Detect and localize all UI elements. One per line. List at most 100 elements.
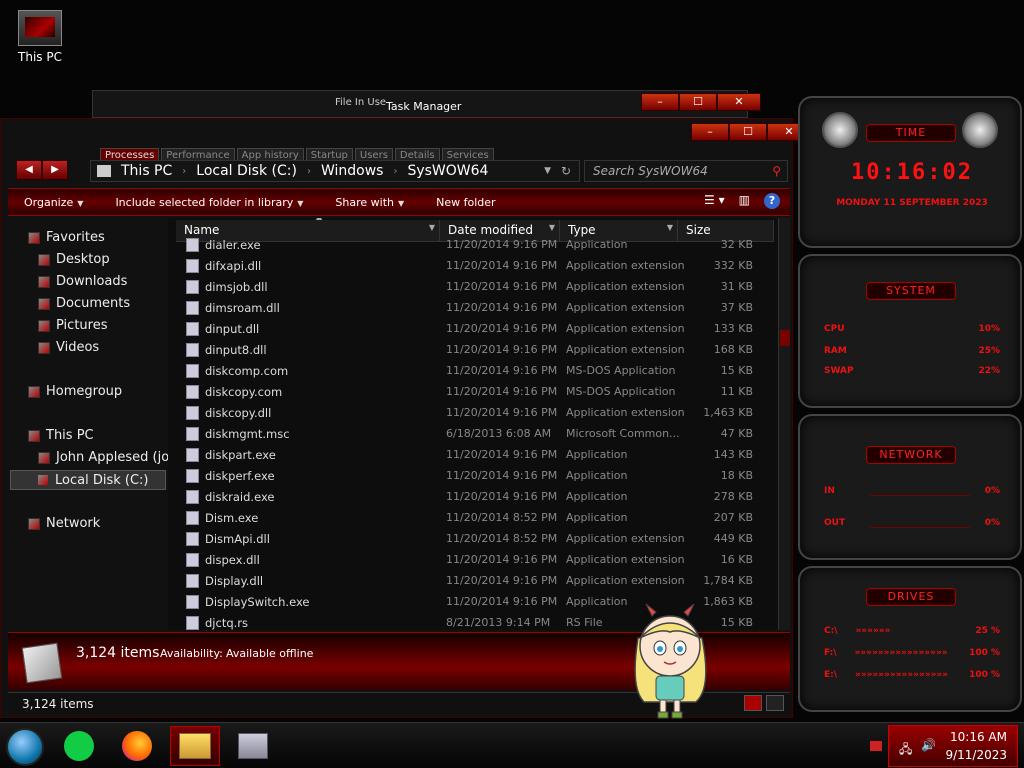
file-row[interactable]: dimsjob.dll 11/20/2014 9:16 PM Application…: [168, 276, 768, 297]
file-row[interactable]: difxapi.dll 11/20/2014 9:16 PM Application…: [168, 255, 768, 276]
file-row[interactable]: diskcopy.dll 11/20/2014 9:16 PM Applicatio…: [168, 402, 768, 423]
file-size: 16 KB: [720, 553, 753, 566]
file-name: diskcopy.dll: [186, 405, 271, 420]
explorer-minimize-button[interactable]: –: [691, 123, 729, 141]
network-status-icon[interactable]: 🖧: [899, 740, 912, 761]
dll-icon: [186, 342, 199, 357]
file-type: RS File: [566, 616, 603, 629]
breadcrumb-syswow64[interactable]: SysWOW64: [397, 163, 498, 179]
documents-icon: [38, 297, 50, 310]
file-name-text: diskraid.exe: [205, 489, 275, 504]
include-in-library-button[interactable]: Include selected folder in library ▼: [99, 196, 319, 209]
file-name: DismApi.dll: [186, 531, 270, 546]
nav-this-pc[interactable]: This PC: [28, 428, 94, 443]
refresh-icon[interactable]: ↻: [561, 164, 571, 178]
breadcrumb-windows[interactable]: Windows: [311, 163, 394, 179]
com-icon: [186, 363, 199, 378]
file-row[interactable]: dispex.dll 11/20/2014 9:16 PM Application …: [168, 549, 768, 570]
organize-button[interactable]: Organize ▼: [8, 196, 99, 209]
file-row[interactable]: diskpart.exe 11/20/2014 9:16 PM Applicatio…: [168, 444, 768, 465]
nav-favorites[interactable]: Favorites: [28, 230, 105, 245]
nav-documents[interactable]: Documents: [38, 296, 130, 311]
gadget-clock-time: 10:16:02: [851, 160, 973, 185]
file-row[interactable]: dinput.dll 11/20/2014 9:16 PM Application …: [168, 318, 768, 339]
file-row[interactable]: Display.dll 11/20/2014 9:16 PM Application…: [168, 570, 768, 591]
file-row[interactable]: diskmgmt.msc 6/18/2013 6:08 AM Microsoft C…: [168, 423, 768, 444]
vertical-scrollbar[interactable]: [778, 218, 790, 630]
address-bar[interactable]: This PC › Local Disk (C:) › Windows › Sy…: [90, 160, 580, 182]
exe-icon: [186, 489, 199, 504]
nav-downloads[interactable]: Downloads: [38, 274, 127, 289]
network-in-graph: [870, 476, 970, 496]
nav-network[interactable]: Network: [28, 516, 100, 531]
file-size: 15 KB: [720, 364, 753, 377]
ram-value: 25%: [978, 346, 1000, 356]
breadcrumb-local-disk[interactable]: Local Disk (C:): [186, 163, 307, 179]
maximize-button[interactable]: ☐: [679, 93, 717, 111]
explorer-maximize-button[interactable]: ☐: [729, 123, 767, 141]
nav-user[interactable]: John Applesed (joh: [38, 450, 177, 465]
drive-c-bar-icon: »»»»»»: [855, 626, 891, 636]
share-with-button[interactable]: Share with ▼: [319, 196, 420, 209]
help-icon[interactable]: ?: [764, 193, 780, 209]
forward-button[interactable]: ▶: [42, 160, 68, 180]
folder-icon: [97, 165, 111, 177]
address-dropdown-icon[interactable]: ▼: [544, 166, 551, 176]
file-type: Application extension: [566, 553, 685, 566]
file-row[interactable]: dinput8.dll 11/20/2014 9:16 PM Application…: [168, 339, 768, 360]
file-date: 11/20/2014 9:16 PM: [446, 238, 558, 251]
preview-pane-icon[interactable]: ▥: [739, 193, 750, 209]
file-type: Application extension: [566, 280, 685, 293]
scrollbar-thumb[interactable]: [780, 330, 790, 346]
time-title: TIME: [866, 124, 956, 142]
nav-videos[interactable]: Videos: [38, 340, 99, 355]
file-row[interactable]: Dism.exe 11/20/2014 8:52 PM Application 207…: [168, 507, 768, 528]
notification-icon[interactable]: [870, 741, 882, 751]
close-button[interactable]: ✕: [717, 93, 761, 111]
file-row[interactable]: diskcopy.com 11/20/2014 9:16 PM MS-DOS App…: [168, 381, 768, 402]
back-button[interactable]: ◀: [16, 160, 42, 180]
breadcrumb-this-pc[interactable]: This PC: [111, 163, 182, 179]
file-row[interactable]: dimsroam.dll 11/20/2014 9:16 PM Applicatio…: [168, 297, 768, 318]
file-name-text: diskpart.exe: [205, 447, 276, 462]
file-date: 11/20/2014 9:16 PM: [446, 595, 558, 608]
start-button[interactable]: [6, 728, 44, 766]
file-name: diskcomp.com: [186, 363, 288, 378]
drive-c-label: C:\: [824, 626, 838, 636]
taskbar-app-messages[interactable]: [54, 726, 104, 766]
nav-homegroup[interactable]: Homegroup: [28, 384, 122, 399]
volume-icon[interactable]: 🔊: [921, 738, 936, 752]
taskbar-clock-date[interactable]: 9/11/2023: [945, 748, 1007, 762]
file-type: Application: [566, 448, 628, 461]
file-name: diskperf.exe: [186, 468, 275, 483]
taskbar-clock-time[interactable]: 10:16 AM: [950, 730, 1007, 744]
nav-desktop[interactable]: Desktop: [38, 252, 110, 267]
file-name-text: diskmgmt.msc: [205, 426, 290, 441]
chevron-down-icon: ▼: [77, 198, 84, 208]
file-row[interactable]: diskperf.exe 11/20/2014 9:16 PM Applicatio…: [168, 465, 768, 486]
taskbar-app-firefox[interactable]: [112, 726, 162, 766]
new-folder-button[interactable]: New folder: [420, 196, 511, 209]
file-row[interactable]: diskcomp.com 11/20/2014 9:16 PM MS-DOS App…: [168, 360, 768, 381]
nav-buttons: ◀ ▶: [16, 160, 68, 180]
search-icon[interactable]: ⚲: [772, 164, 781, 178]
search-input[interactable]: Search SysWOW64 ⚲: [584, 160, 788, 182]
file-row[interactable]: diskraid.exe 11/20/2014 9:16 PM Applicatio…: [168, 486, 768, 507]
nav-pictures[interactable]: Pictures: [38, 318, 107, 333]
file-row[interactable]: dialer.exe 11/20/2014 9:16 PM Application 3…: [168, 234, 768, 255]
taskbar-app-task-manager[interactable]: [228, 726, 278, 766]
dll-icon: [186, 531, 199, 546]
minimize-button[interactable]: –: [641, 93, 679, 111]
file-type: Application extension: [566, 259, 685, 272]
nav-local-disk[interactable]: Local Disk (C:): [10, 470, 166, 490]
file-date: 11/20/2014 9:16 PM: [446, 553, 558, 566]
large-icons-view-icon[interactable]: [766, 695, 784, 711]
file-name-text: dispex.dll: [205, 552, 260, 567]
file-row[interactable]: DismApi.dll 11/20/2014 8:52 PM Application…: [168, 528, 768, 549]
desktop-icon-this-pc[interactable]: This PC: [8, 10, 72, 64]
view-options-icon[interactable]: ☰ ▾: [704, 193, 725, 209]
taskbar-app-explorer[interactable]: [170, 726, 220, 766]
network-out-graph: [870, 508, 970, 528]
details-view-icon[interactable]: [744, 695, 762, 711]
system-tray: 🖧 🔊 10:16 AM 9/11/2023: [888, 725, 1018, 767]
